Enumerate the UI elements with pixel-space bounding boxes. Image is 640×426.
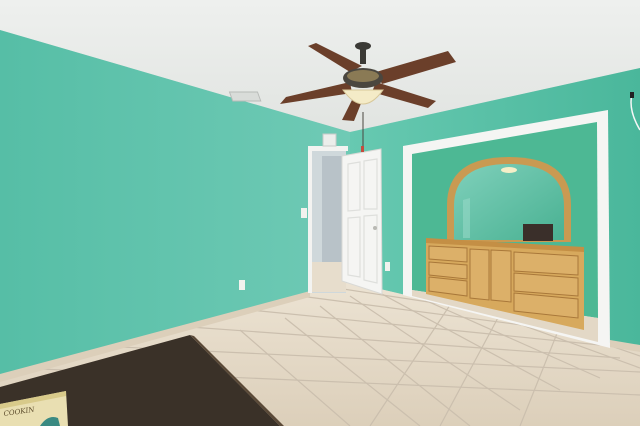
dresser-door-left[interactable] — [469, 248, 490, 301]
dresser-drawer-top-right[interactable] — [513, 251, 579, 276]
wall-outlet-right — [385, 262, 390, 271]
dresser-drawer-top-left[interactable] — [428, 245, 468, 263]
hallway-doorframe — [308, 146, 312, 293]
hallway-floor — [312, 262, 346, 292]
wall-outlet-left — [239, 280, 245, 290]
hallway-wall — [322, 156, 342, 264]
oval-mirror — [447, 157, 571, 242]
ceiling-vent — [228, 91, 262, 102]
door-knob[interactable] — [373, 226, 377, 230]
room-illustration: COOKIN — [0, 0, 640, 426]
ac-vent — [322, 133, 337, 147]
dresser-door-right[interactable] — [490, 249, 512, 303]
light-switch[interactable] — [301, 208, 307, 218]
bedroom-photo: COOKIN — [0, 0, 640, 426]
hallway-doorframe-top — [308, 146, 348, 151]
